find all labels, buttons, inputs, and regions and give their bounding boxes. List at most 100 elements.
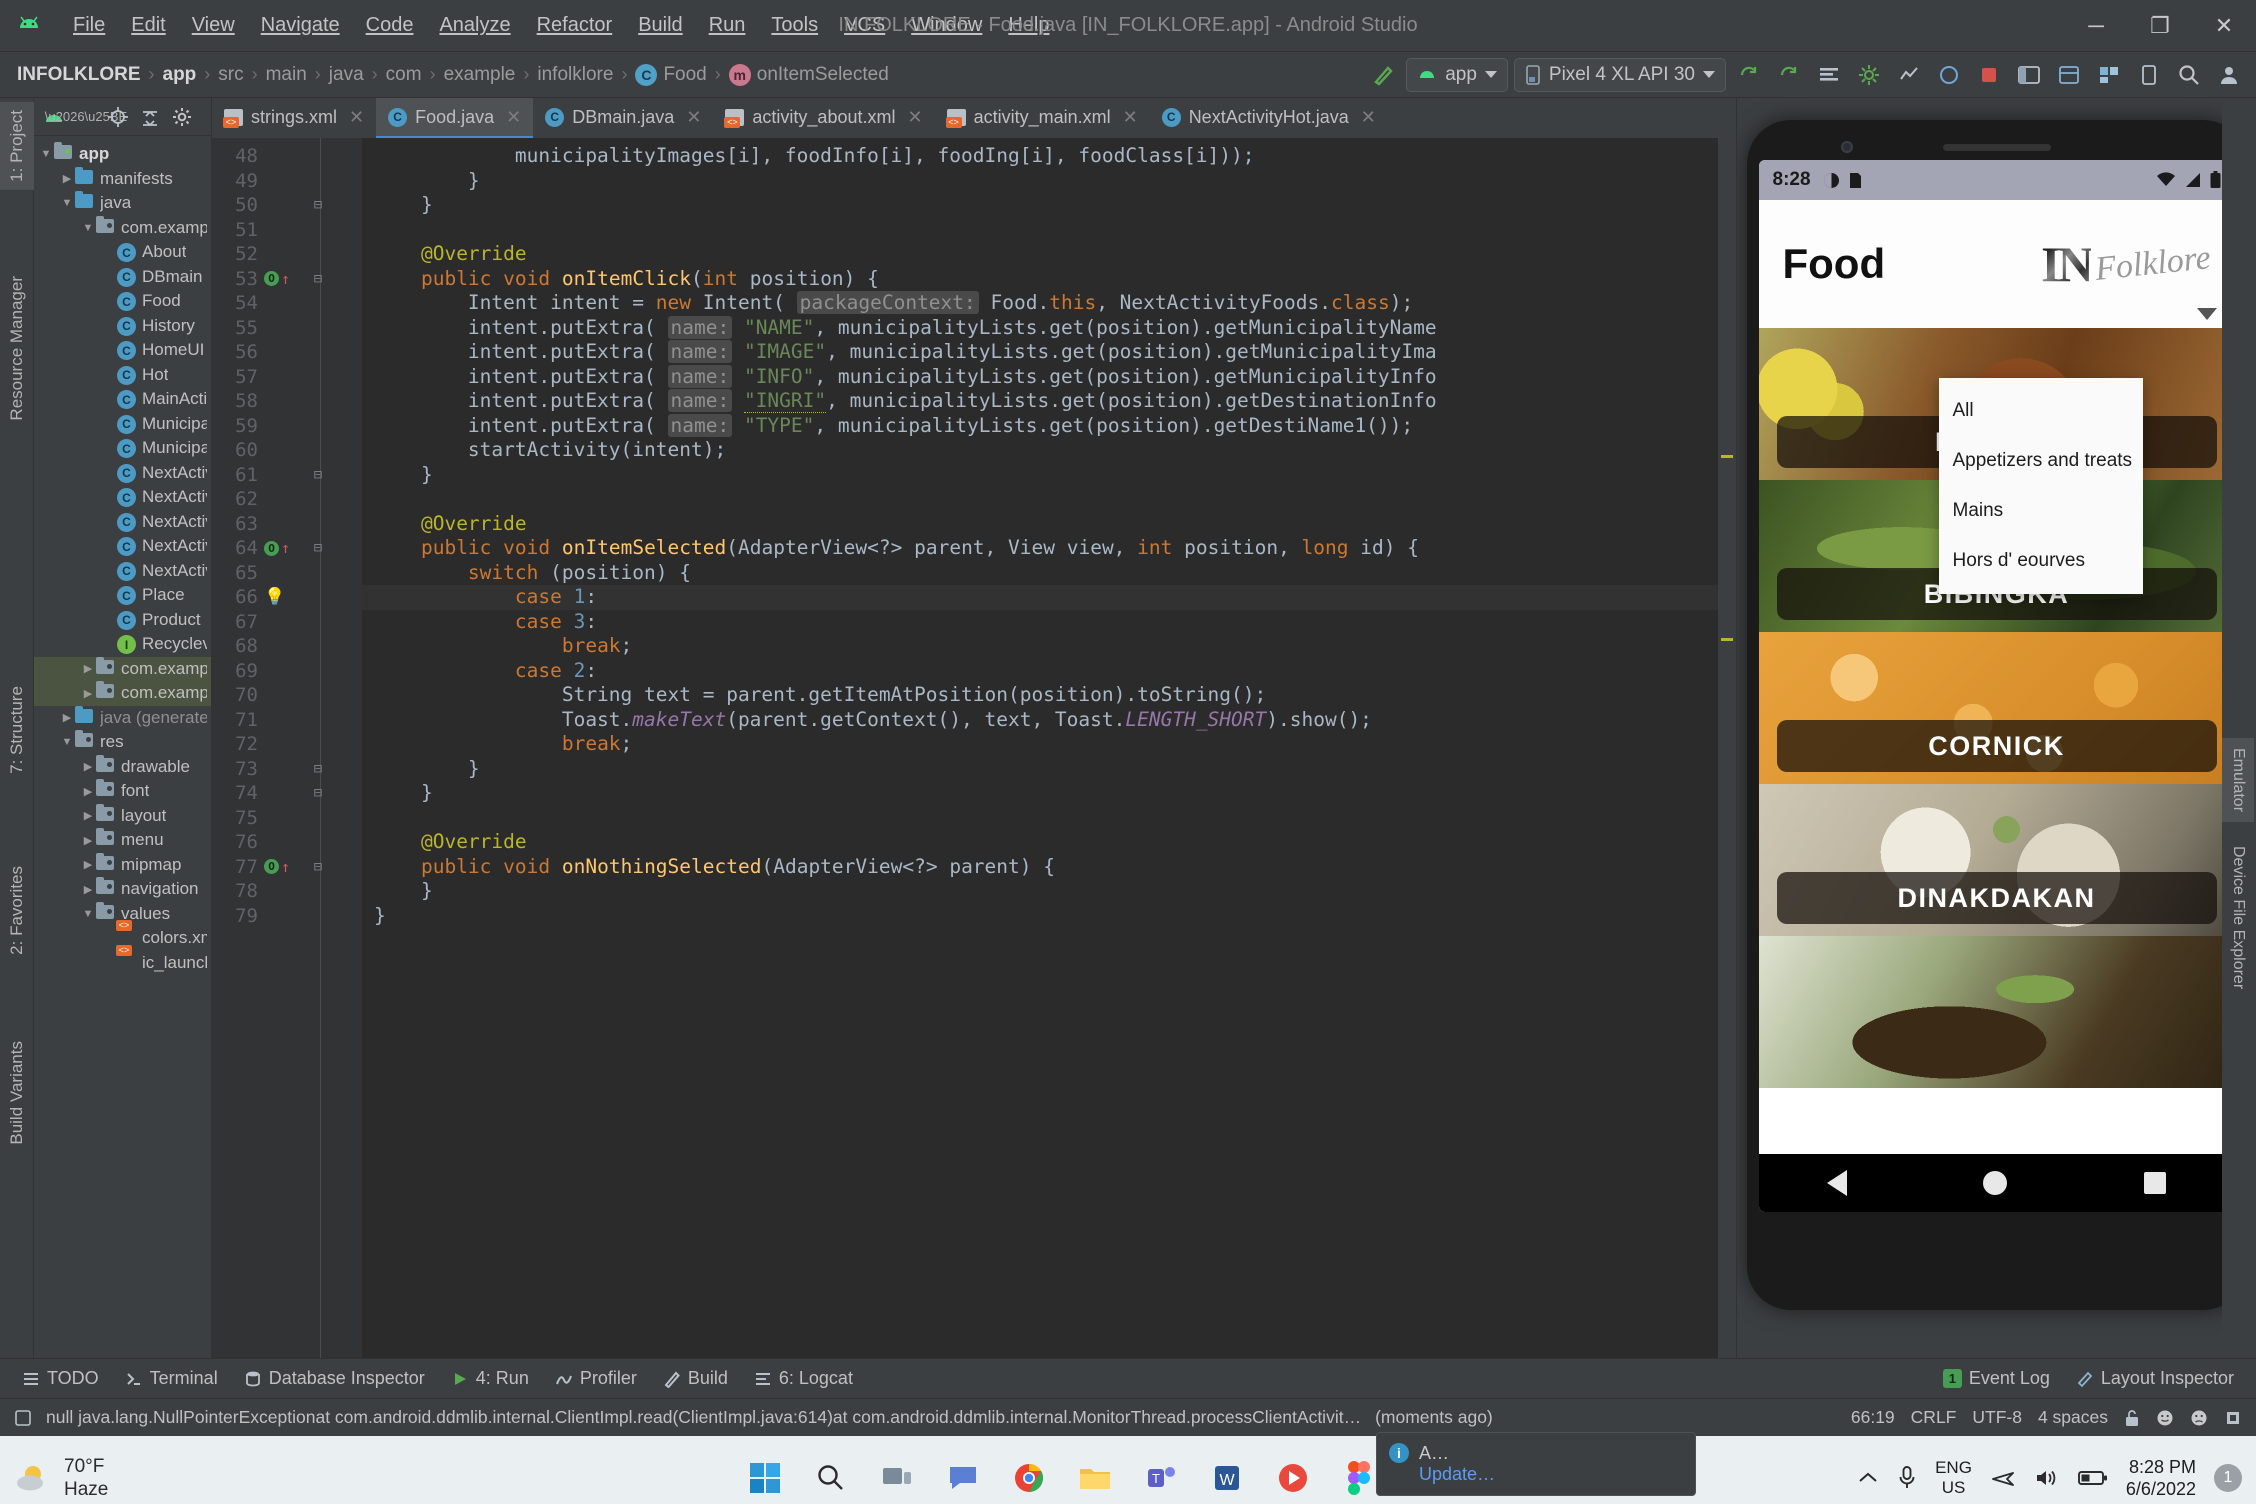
tree-item-mipmap[interactable]: mipmap <box>34 852 211 878</box>
tree-item-place[interactable]: C Place <box>34 583 211 608</box>
breadcrumb-main[interactable]: main <box>259 62 314 88</box>
code-line[interactable]: Toast.makeText(parent.getContext(), text… <box>362 708 1718 733</box>
breadcrumb-example[interactable]: example <box>437 62 523 88</box>
tree-expander[interactable] <box>80 809 96 822</box>
account-icon[interactable] <box>2212 58 2246 92</box>
food-card[interactable] <box>1758 936 2235 1088</box>
close-icon[interactable]: ✕ <box>349 107 364 128</box>
tree-item-ic-launche[interactable]: ic_launche <box>34 951 211 976</box>
run-configuration-selector[interactable]: app <box>1406 57 1508 92</box>
tree-item-menu[interactable]: menu <box>34 828 211 853</box>
code-line[interactable]: case 3: <box>362 610 1718 635</box>
gutter-line[interactable]: 60 <box>212 438 362 463</box>
taskbar-clock[interactable]: 8:28 PM 6/6/2022 <box>2126 1456 2196 1501</box>
tree-item-mainactiv[interactable]: C MainActiv <box>34 387 211 412</box>
override-method-icon[interactable]: O <box>264 540 279 556</box>
gutter-line[interactable]: 48 <box>212 144 362 169</box>
dropdown-item-hors-d-eourves[interactable]: Hors d' eourves <box>1939 536 2143 586</box>
close-icon[interactable]: ✕ <box>506 107 521 128</box>
tree-item-homeui[interactable]: C HomeUI <box>34 338 211 363</box>
device-selector[interactable]: Pixel 4 XL API 30 <box>1513 57 1726 92</box>
tree-expander[interactable] <box>59 711 75 724</box>
tree-expander[interactable] <box>80 908 96 920</box>
sad-face-icon[interactable] <box>2190 1409 2208 1427</box>
gutter-line[interactable]: 69 <box>212 659 362 684</box>
fold-toggle-icon[interactable]: ⊟ <box>298 467 338 483</box>
food-card[interactable]: DINAKDAKAN <box>1758 784 2235 936</box>
intention-bulb-icon[interactable]: 💡 <box>264 587 285 607</box>
task-view-button[interactable] <box>873 1454 921 1502</box>
tree-expander[interactable] <box>59 736 75 748</box>
start-button[interactable] <box>741 1454 789 1502</box>
tool-profiler[interactable]: Profiler <box>555 1368 637 1389</box>
breadcrumb-method[interactable]: m onItemSelected <box>722 62 896 88</box>
code-line[interactable]: public void onNothingSelected(AdapterVie… <box>362 855 1718 880</box>
gutter-line[interactable]: 65 <box>212 561 362 586</box>
tree-item-recyclevie[interactable]: I Recyclevie <box>34 632 211 657</box>
gutter-line[interactable]: 79 <box>212 904 362 929</box>
tool-tab-build-variants[interactable]: Build Variants <box>0 1033 34 1153</box>
tree-item-municipal[interactable]: C Municipal <box>34 436 211 461</box>
tree-item-com-example[interactable]: com.example <box>34 215 211 241</box>
fold-toggle-icon[interactable]: ⊟ <box>298 271 338 287</box>
tree-item-municipal[interactable]: C Municipal <box>34 412 211 437</box>
code-line[interactable]: @Override <box>362 242 1718 267</box>
layout-editor-icon[interactable] <box>2052 58 2086 92</box>
tree-item-nextactiv[interactable]: C NextActiv <box>34 510 211 535</box>
resource-manager-icon[interactable] <box>2092 58 2126 92</box>
fold-toggle-icon[interactable]: ⊟ <box>298 540 338 556</box>
tree-expander[interactable] <box>59 197 75 209</box>
editor-tab-strings-xml[interactable]: strings.xml ✕ <box>212 98 376 138</box>
media-player-button[interactable] <box>1269 1454 1317 1502</box>
status-message[interactable]: null java.lang.NullPointerExceptionat co… <box>46 1407 1361 1428</box>
tree-expander[interactable] <box>38 148 54 160</box>
breadcrumb-src[interactable]: src <box>211 62 250 88</box>
gutter-line[interactable]: 55 <box>212 316 362 341</box>
back-button[interactable] <box>1826 1170 1847 1196</box>
code-line[interactable]: } <box>362 904 1718 929</box>
tree-expander[interactable] <box>80 222 96 234</box>
menu-analyze[interactable]: Analyze <box>426 10 523 41</box>
tree-item-java-generated-[interactable]: java (generated) <box>34 705 211 731</box>
fold-toggle-icon[interactable]: ⊟ <box>298 761 338 777</box>
breadcrumb-com[interactable]: com <box>379 62 429 88</box>
recents-button[interactable] <box>2144 1172 2167 1194</box>
memory-indicator-icon[interactable] <box>2224 1409 2242 1427</box>
chevron-up-icon[interactable] <box>1857 1470 1879 1486</box>
tool-build[interactable]: Build <box>663 1368 728 1389</box>
editor-gutter[interactable]: 48 49 50 ⊟ 51 52 53 O ↑ ⊟ 54 55 56 57 58 59 60 61 ⊟ 62 63 64 O… <box>212 138 362 1358</box>
status-indent[interactable]: 4 spaces <box>2038 1407 2108 1428</box>
gutter-line[interactable]: 78 <box>212 879 362 904</box>
gutter-line[interactable]: 73 ⊟ <box>212 757 362 782</box>
breadcrumb-java[interactable]: java <box>322 62 371 88</box>
gutter-line[interactable]: 50 ⊟ <box>212 193 362 218</box>
gutter-line[interactable]: 75 <box>212 806 362 831</box>
gutter-line[interactable]: 53 O ↑ ⊟ <box>212 267 362 292</box>
fold-toggle-icon[interactable]: ⊟ <box>298 197 338 213</box>
tool-tab-structure[interactable]: 7: Structure <box>0 678 34 782</box>
code-line[interactable]: case 1: <box>362 585 1718 610</box>
device-manager-icon[interactable] <box>1932 58 1966 92</box>
override-method-icon[interactable]: O <box>264 271 279 287</box>
code-line[interactable]: intent.putExtra( name: "NAME", municipal… <box>362 315 1718 341</box>
gutter-line[interactable]: 68 <box>212 634 362 659</box>
emulator-screen[interactable]: 8:28 Food IN Folklore CORNICK DINAKDAKAN… <box>1758 160 2235 1212</box>
tree-item-drawable[interactable]: drawable <box>34 754 211 780</box>
category-dropdown-menu[interactable]: All Appetizers and treats Mains Hors d' … <box>1938 378 2143 594</box>
code-editor[interactable]: 48 49 50 ⊟ 51 52 53 O ↑ ⊟ 54 55 56 57 58 59 60 61 ⊟ 62 63 64 O… <box>212 138 1736 1358</box>
close-icon[interactable]: ✕ <box>686 107 701 128</box>
sync-gradle-icon[interactable] <box>1732 58 1766 92</box>
teams-button[interactable]: T <box>1137 1454 1185 1502</box>
tree-expander[interactable] <box>80 662 96 675</box>
build-icon[interactable] <box>1366 58 1400 92</box>
locate-icon[interactable] <box>104 103 132 131</box>
settings-gear-icon[interactable] <box>168 103 196 131</box>
avd-manager-icon[interactable] <box>1812 58 1846 92</box>
collapse-all-icon[interactable] <box>136 103 164 131</box>
tab-device-file-explorer[interactable]: Device File Explorer <box>2222 836 2254 999</box>
gutter-line[interactable]: 49 <box>212 169 362 194</box>
code-line[interactable]: public void onItemSelected(AdapterView<?… <box>362 536 1718 561</box>
code-line[interactable]: intent.putExtra( name: "INFO", municipal… <box>362 364 1718 390</box>
word-button[interactable]: W <box>1203 1454 1251 1502</box>
breadcrumb-infolklore[interactable]: INFOLKLORE <box>10 62 148 88</box>
